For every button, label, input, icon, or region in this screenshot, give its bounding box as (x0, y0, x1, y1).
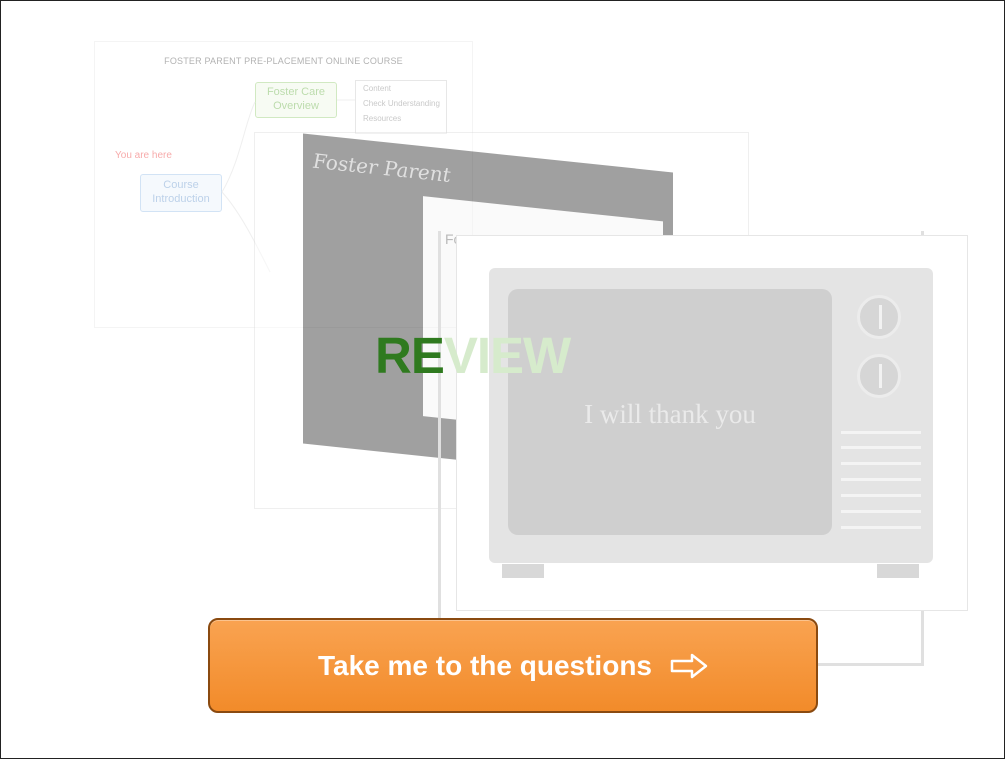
tv-grill-line (841, 526, 921, 529)
tv-grill-line (841, 510, 921, 513)
review-heading-light: VIEW (443, 327, 571, 384)
course-brand-logo: Foster Parent (313, 148, 451, 188)
tv-grill-line (841, 478, 921, 481)
tv-knob-icon (857, 295, 901, 339)
tv-grill-line (841, 431, 921, 434)
slide: FOSTER PARENT PRE-PLACEMENT ONLINE COURS… (0, 0, 1005, 759)
button-label: Take me to the questions (318, 649, 652, 681)
tv-foot (877, 564, 919, 578)
tv-grill-line (841, 494, 921, 497)
tv-foot (502, 564, 544, 578)
tv-knob-icon (857, 354, 901, 398)
take-me-to-questions-button[interactable]: Take me to the questions (208, 618, 818, 713)
tv-grill-line (841, 462, 921, 465)
tv-grill-line (841, 446, 921, 449)
tv-screen-text: I will thank you (584, 399, 756, 429)
review-heading: REVIEW (375, 327, 571, 384)
review-heading-dark: RE (375, 327, 445, 384)
right-arrow-icon (670, 653, 708, 678)
